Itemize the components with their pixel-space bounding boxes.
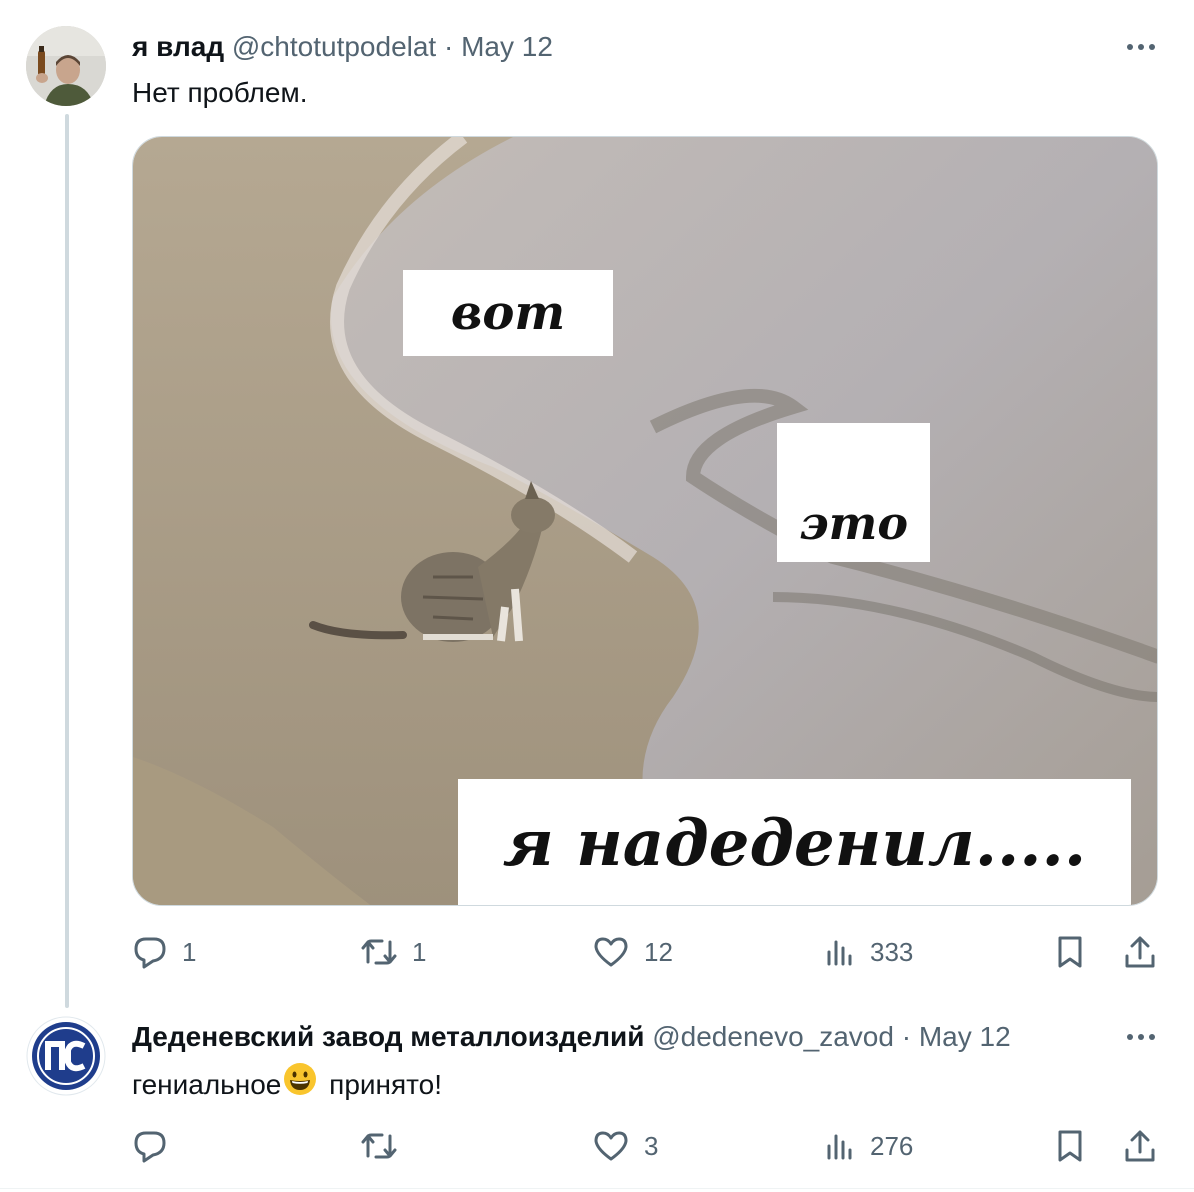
bookmark-button[interactable] <box>1054 1124 1086 1168</box>
divider <box>0 1188 1194 1189</box>
reply-icon <box>134 937 166 969</box>
like-count: 12 <box>644 936 673 967</box>
more-icon <box>1127 1034 1155 1040</box>
meme-caption-middle: это <box>777 423 930 562</box>
share-button[interactable] <box>1122 930 1158 974</box>
avatar[interactable] <box>26 1016 106 1096</box>
share-icon <box>1125 936 1155 968</box>
like-icon <box>594 1131 628 1161</box>
tweet-date[interactable]: May 12 <box>461 31 553 62</box>
meme-caption-top: вот <box>403 270 613 356</box>
avatar[interactable] <box>26 26 106 106</box>
meme-caption-bottom: я надеденил..... <box>458 779 1131 905</box>
like-count: 3 <box>644 1130 659 1161</box>
author-handle[interactable]: @chtotutpodelat <box>232 31 436 62</box>
views-icon <box>827 1134 852 1160</box>
like-button[interactable]: 12 <box>592 930 673 974</box>
reply-button[interactable]: 1 <box>132 930 196 974</box>
factory-logo-icon <box>26 1016 106 1096</box>
tweet-text: гениальное принято! <box>132 1062 442 1107</box>
retweet-icon <box>361 939 397 965</box>
more-button[interactable] <box>1124 30 1158 64</box>
author-name[interactable]: Деденевский завод металлоизделий <box>132 1021 644 1052</box>
tweet-text-part: гениальное <box>132 1068 282 1100</box>
views-button[interactable]: 333 <box>824 930 913 974</box>
tweet-actions: 3 276 <box>132 1124 1160 1168</box>
more-icon <box>1127 44 1155 50</box>
separator-dot: · <box>901 1021 912 1052</box>
retweet-button[interactable]: 1 <box>360 930 426 974</box>
tweet-media-image[interactable]: вот это я надеденил..... <box>132 136 1158 906</box>
bookmark-button[interactable] <box>1054 930 1086 974</box>
share-button[interactable] <box>1122 1124 1158 1168</box>
author-handle[interactable]: @dedenevo_zavod <box>652 1021 894 1052</box>
grinning-face-emoji-icon <box>283 1062 317 1107</box>
bookmark-icon <box>1058 936 1082 968</box>
retweet-button[interactable] <box>360 1124 412 1168</box>
views-count: 333 <box>870 936 914 967</box>
like-button[interactable]: 3 <box>592 1124 658 1168</box>
retweet-icon <box>361 1133 397 1159</box>
tweet-header: я влад @chtotutpodelat · May 12 <box>132 27 553 67</box>
bookmark-icon <box>1058 1130 1082 1162</box>
separator-dot: · <box>444 31 454 62</box>
reply-count: 1 <box>182 936 197 967</box>
avatar-photo-icon <box>26 26 106 106</box>
tweet-date[interactable]: May 12 <box>919 1021 1011 1052</box>
retweet-count: 1 <box>412 936 427 967</box>
like-icon <box>594 937 628 967</box>
more-button[interactable] <box>1124 1020 1158 1054</box>
views-count: 276 <box>870 1130 914 1161</box>
views-button[interactable]: 276 <box>824 1124 913 1168</box>
tweet-text-part: принято! <box>321 1068 443 1100</box>
reply-button[interactable] <box>132 1124 182 1168</box>
tweet-actions: 1 1 12 333 <box>132 930 1160 974</box>
share-icon <box>1125 1130 1155 1162</box>
reply-icon <box>134 1131 166 1163</box>
views-icon <box>827 940 852 966</box>
author-name[interactable]: я влад <box>132 31 224 62</box>
tweet-text: Нет проблем. <box>132 77 308 108</box>
tweet-header: Деденевский завод металлоизделий @dedene… <box>132 1017 1011 1057</box>
thread-connector-line <box>65 114 69 1008</box>
